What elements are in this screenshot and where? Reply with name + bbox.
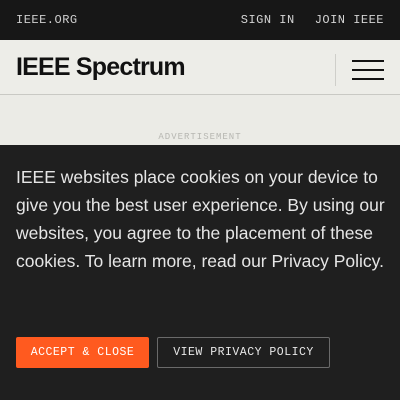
ieee-spectrum-logo[interactable]: IEEE Spectrum	[16, 53, 186, 82]
site-header: IEEE Spectrum	[0, 40, 400, 95]
view-privacy-policy-button[interactable]: VIEW PRIVACY POLICY	[157, 337, 330, 368]
ieee-org-link[interactable]: IEEE.ORG	[16, 13, 78, 27]
cookie-consent-banner: IEEE websites place cookies on your devi…	[0, 145, 400, 400]
advertisement-slot: ADVERTISEMENT	[0, 95, 400, 145]
accept-and-close-button[interactable]: ACCEPT & CLOSE	[16, 337, 149, 368]
sign-in-link[interactable]: SIGN IN	[241, 13, 295, 27]
top-utility-bar: IEEE.ORG SIGN IN JOIN IEEE	[0, 0, 400, 40]
cookie-message: IEEE websites place cookies on your devi…	[16, 167, 385, 271]
hamburger-menu-icon[interactable]	[352, 60, 384, 80]
advertisement-label: ADVERTISEMENT	[158, 132, 242, 142]
account-links: SIGN IN JOIN IEEE	[241, 13, 384, 27]
header-divider	[335, 54, 336, 86]
join-ieee-link[interactable]: JOIN IEEE	[315, 13, 384, 27]
